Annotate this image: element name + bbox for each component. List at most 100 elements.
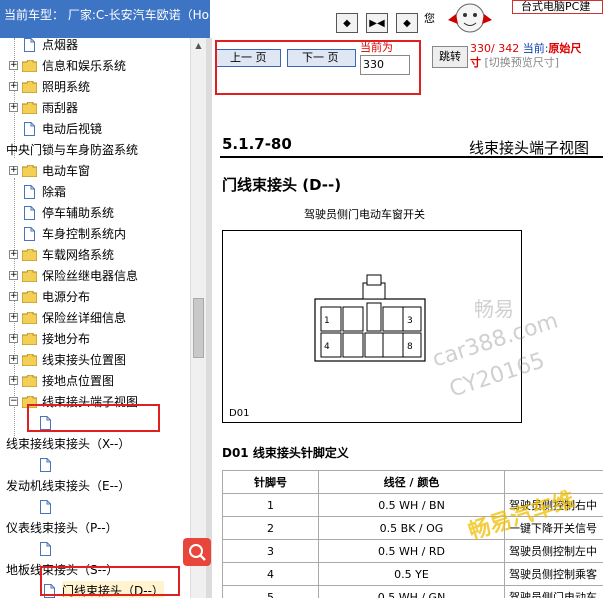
tree-item[interactable]: + 雨刮器 (0, 98, 190, 118)
expand-icon[interactable]: + (9, 313, 18, 322)
collapse-icon[interactable]: − (9, 397, 18, 406)
folder-icon (22, 165, 37, 177)
connector-title: 门线束接头 (D--) (222, 176, 342, 194)
tree-item-label: 中央门锁与车身防盗系统 (6, 143, 139, 157)
tree-item-label: 电动后视镜 (42, 122, 103, 136)
folder-icon (22, 354, 37, 366)
tree-scrollbar[interactable]: ▲ (190, 38, 206, 598)
table-row: 3 0.5 WH / RD 驾驶员侧控制左中 (222, 539, 603, 563)
pin-label: 1 (324, 316, 330, 326)
tree-item[interactable]: + 信息和娱乐系统 (0, 56, 190, 76)
tree-item-label: 电动车窗 (42, 164, 91, 178)
page-info: 330/ 342 当前:原始尺 寸 [切换预览尺寸] (470, 42, 581, 70)
column-header: 针脚号 (222, 470, 319, 494)
column-header: 线径 / 颜色 (318, 470, 505, 494)
document-icon (40, 542, 51, 556)
section-title: 线束接头端子视图 (469, 139, 590, 157)
next-icon[interactable]: ◆ (396, 13, 418, 33)
tree-item-label: 停车辅助系统 (42, 206, 115, 220)
expand-icon[interactable]: + (9, 376, 18, 385)
tree-item[interactable]: 停车辅助系统 (0, 203, 190, 223)
table-cell: 0.5 YE (318, 562, 505, 586)
tree-item-label: 信息和娱乐系统 (42, 59, 127, 73)
folder-icon (22, 291, 37, 303)
highlight-box (27, 404, 160, 432)
expand-icon[interactable]: + (9, 103, 18, 112)
search-icon (189, 544, 206, 561)
tree-item[interactable]: 线束接线束接头（X--） (0, 434, 190, 454)
tree-item[interactable]: 电动后视镜 (0, 119, 190, 139)
tree-item[interactable]: 中央门锁与车身防盗系统 (0, 140, 190, 160)
tree-item[interactable]: + 保险丝继电器信息 (0, 266, 190, 286)
pin-table-title: D01 线束接头针脚定义 (222, 446, 349, 460)
tree-item-label: 仪表线束接头（P--） (6, 521, 118, 535)
document-icon (40, 500, 51, 514)
tree-item[interactable]: 仪表线束接头（P--） (0, 518, 190, 538)
tree-item[interactable]: + 照明系统 (0, 77, 190, 97)
tree-item[interactable] (0, 539, 190, 559)
expand-icon[interactable]: + (9, 292, 18, 301)
switch-size-link[interactable]: [切换预览尺寸] (485, 56, 560, 69)
vehicle-banner: 当前车型： 厂家:C-长安汽车欧诺（Honor）2011 (0, 0, 271, 38)
expand-icon[interactable]: + (9, 250, 18, 259)
tree-item[interactable] (0, 455, 190, 475)
expand-icon[interactable]: + (9, 271, 18, 280)
tree-item[interactable]: + 接地分布 (0, 329, 190, 349)
current-mode: 原始尺 (548, 42, 582, 55)
tree-item-label: 车载网络系统 (42, 248, 115, 262)
section-rule (220, 156, 603, 158)
tree-item[interactable]: + 车载网络系统 (0, 245, 190, 265)
jump-button[interactable]: 跳转 (432, 46, 468, 68)
tree-item-label: 发动机线束接头（E--） (6, 479, 131, 493)
expand-icon[interactable]: + (9, 166, 18, 175)
expand-icon[interactable]: + (9, 61, 18, 70)
table-cell: 1 (222, 493, 319, 517)
folder-icon (22, 81, 37, 93)
tree-item[interactable] (0, 497, 190, 517)
tree-item[interactable]: + 电源分布 (0, 287, 190, 307)
scroll-thumb[interactable] (193, 298, 204, 358)
tree-item[interactable]: + 保险丝详细信息 (0, 308, 190, 328)
pin-label: 8 (407, 342, 413, 352)
tree-item[interactable]: + 接地点位置图 (0, 371, 190, 391)
prev-icon[interactable]: ◆ (336, 13, 358, 33)
document-icon (24, 227, 35, 241)
scroll-up-icon[interactable]: ▲ (191, 38, 206, 54)
current-prefix: 当前: (522, 42, 549, 55)
diagram-caption: 驾驶员侧门电动车窗开关 (304, 208, 425, 221)
table-cell: 驾驶员侧控制左中 (504, 539, 603, 563)
pin-label: 3 (407, 316, 413, 326)
search-button[interactable] (183, 538, 211, 566)
tree-item[interactable]: 点烟器 (0, 38, 190, 55)
folder-icon (22, 312, 37, 324)
table-cell: 3 (222, 539, 319, 563)
diagram-code: D01 (229, 408, 250, 419)
pin-label: 4 (324, 342, 330, 352)
tree-item-label: 雨刮器 (42, 101, 79, 115)
double-arrow-icon[interactable]: ▶◀ (366, 13, 388, 33)
tree-item[interactable]: 车身控制系统内 (0, 224, 190, 244)
tree-item[interactable]: + 线束接头位置图 (0, 350, 190, 370)
tree-item-label: 接地点位置图 (42, 374, 115, 388)
folder-icon (22, 375, 37, 387)
mascot-icon (448, 3, 492, 33)
ad-banner[interactable]: 台式电脑PC建 (512, 0, 603, 14)
document-page: 5.1.7-80 线束接头端子视图 门线束接头 (D--) 驾驶员侧门电动车窗开… (212, 78, 603, 598)
expand-icon[interactable]: + (9, 334, 18, 343)
table-cell: 5 (222, 585, 319, 598)
table-cell: 0.5 WH / GN (318, 585, 505, 598)
expand-icon[interactable]: + (9, 355, 18, 364)
top-header: 当前车型： 厂家:C-长安汽车欧诺（Honor）2011 ◆ ▶◀ ◆ 您 台式… (0, 0, 603, 38)
expand-icon[interactable]: + (9, 82, 18, 91)
folder-icon (22, 102, 37, 114)
document-icon (24, 38, 35, 52)
tree-item-label: 除霜 (42, 185, 67, 199)
vehicle-title: 当前车型： 厂家:C-长安汽车欧诺（Honor）2011 (4, 8, 272, 22)
tree-item-label: 线束接线束接头（X--） (6, 437, 131, 451)
tree-item[interactable]: 发动机线束接头（E--） (0, 476, 190, 496)
folder-icon (22, 270, 37, 282)
tree-item[interactable]: + 电动车窗 (0, 161, 190, 181)
tree-item-label: 电源分布 (42, 290, 91, 304)
table-cell: 2 (222, 516, 319, 540)
tree-item[interactable]: 除霜 (0, 182, 190, 202)
